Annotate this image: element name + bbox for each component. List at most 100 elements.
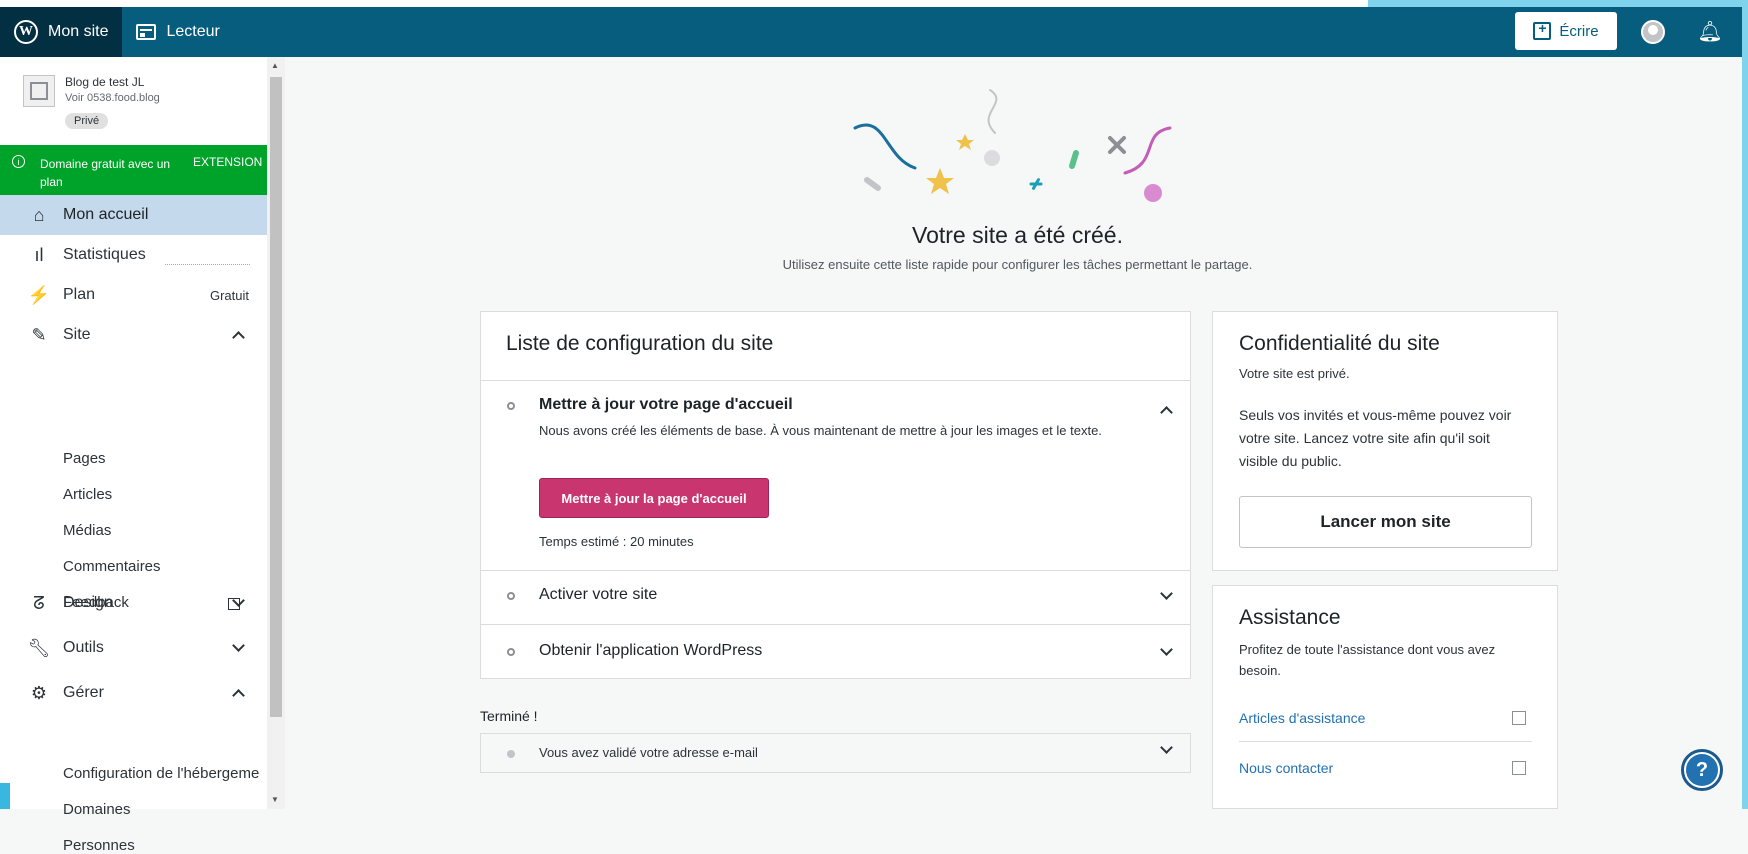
sidebar-item-label: Statistiques bbox=[63, 246, 146, 263]
sidebar: Blog de test JL Voir 0538.food.blog Priv… bbox=[0, 57, 267, 854]
chevron-down-icon[interactable] bbox=[1160, 643, 1173, 656]
sidebar-scrollbar[interactable]: ▲ ▼ bbox=[267, 57, 285, 809]
sidebar-item-hosting[interactable]: Configuration de l'hébergeme bbox=[63, 765, 259, 782]
plan-icon: ⚡ bbox=[27, 284, 51, 305]
task-status-icon bbox=[507, 648, 515, 656]
chevron-up-icon[interactable] bbox=[1160, 406, 1173, 419]
site-card[interactable]: Blog de test JL Voir 0538.food.blog Priv… bbox=[23, 75, 263, 155]
sidebar-item-plan[interactable]: ⚡ Plan Gratuit bbox=[0, 275, 267, 315]
task-title[interactable]: Mettre à jour votre page d'accueil bbox=[539, 396, 793, 414]
pencil-icon: ✎ bbox=[31, 324, 47, 345]
question-mark-icon: ? bbox=[1686, 754, 1718, 786]
stats-sparkline bbox=[165, 264, 250, 265]
my-site-button[interactable]: W Mon site bbox=[0, 7, 123, 57]
sidebar-item-people[interactable]: Personnes bbox=[63, 837, 135, 854]
stats-icon: ıl bbox=[34, 244, 44, 265]
notifications-bell-icon[interactable]: 🔔︎ bbox=[1697, 19, 1722, 43]
chevron-down-icon bbox=[232, 594, 245, 607]
privacy-title: Confidentialité du site bbox=[1239, 332, 1440, 355]
site-title: Blog de test JL bbox=[65, 75, 145, 89]
chevron-down-icon bbox=[232, 639, 245, 652]
my-site-label: Mon site bbox=[48, 23, 109, 40]
scroll-down-icon[interactable]: ▼ bbox=[271, 795, 279, 804]
divider bbox=[481, 570, 1190, 571]
promo-text: Domaine gratuit avec un plan bbox=[40, 157, 171, 189]
task-title[interactable]: Obtenir l'application WordPress bbox=[539, 642, 762, 660]
assistance-description: Profitez de toute l'assistance dont vous… bbox=[1239, 642, 1496, 678]
sidebar-item-home[interactable]: ⌂ Mon accueil bbox=[0, 195, 267, 235]
task-time-estimate: Temps estimé : 20 minutes bbox=[539, 534, 694, 549]
scrollbar-thumb[interactable] bbox=[270, 77, 282, 717]
external-link-icon bbox=[1512, 711, 1526, 725]
update-homepage-button[interactable]: Mettre à jour la page d'accueil bbox=[539, 478, 769, 518]
checklist-header: Liste de configuration du site bbox=[481, 312, 1190, 381]
sidebar-item-label: Outils bbox=[63, 639, 104, 656]
reader-button[interactable]: Lecteur bbox=[122, 7, 233, 57]
write-label: Écrire bbox=[1559, 22, 1599, 40]
write-button[interactable]: Écrire bbox=[1515, 12, 1617, 50]
site-setup-checklist: Liste de configuration du site Mettre à … bbox=[480, 311, 1191, 679]
task-title[interactable]: Activer votre site bbox=[539, 586, 657, 604]
chevron-up-icon bbox=[232, 688, 245, 702]
task-status-icon bbox=[507, 592, 515, 600]
page-subtitle: Utilisez ensuite cette liste rapide pour… bbox=[782, 257, 1253, 272]
chevron-up-icon bbox=[232, 330, 245, 344]
reader-icon bbox=[136, 24, 157, 40]
user-avatar[interactable] bbox=[1641, 20, 1665, 44]
task-status-icon bbox=[507, 402, 515, 410]
task-done-icon bbox=[507, 750, 515, 758]
masterbar: W Mon site Lecteur Écrire 🔔︎ bbox=[0, 7, 1742, 57]
assistance-card: Assistance Profitez de toute l'assistanc… bbox=[1212, 585, 1558, 809]
window-right-edge bbox=[1742, 7, 1748, 809]
task-title: Vous avez validé votre adresse e-mail bbox=[539, 745, 758, 760]
task-description: Nous avons créé les éléments de base. À … bbox=[539, 423, 1102, 438]
support-articles-link[interactable]: Articles d'assistance bbox=[1239, 710, 1365, 726]
wordpress-logo-icon: W bbox=[14, 20, 38, 44]
sidebar-item-pages[interactable]: Pages bbox=[63, 450, 106, 467]
divider bbox=[1239, 741, 1532, 742]
help-button[interactable]: ? bbox=[1681, 749, 1723, 791]
sidebar-item-stats[interactable]: ıl Statistiques bbox=[0, 235, 267, 275]
contact-us-link[interactable]: Nous contacter bbox=[1239, 760, 1333, 776]
sidebar-item-manage[interactable]: ⚙ Gérer bbox=[0, 673, 267, 713]
sidebar-item-design[interactable]: ᘔ Design bbox=[0, 583, 267, 623]
divider bbox=[481, 624, 1190, 625]
external-link-icon bbox=[1512, 761, 1526, 775]
sidebar-item-articles[interactable]: Articles bbox=[63, 486, 112, 503]
free-domain-banner[interactable]: i Domaine gratuit avec un plan EXTENSION bbox=[0, 145, 267, 195]
write-icon bbox=[1533, 20, 1552, 40]
plan-badge: Gratuit bbox=[209, 287, 249, 303]
privacy-status: Votre site est privé. bbox=[1239, 366, 1350, 381]
completed-heading: Terminé ! bbox=[480, 708, 538, 724]
sidebar-item-label: Site bbox=[63, 326, 91, 343]
sidebar-item-comments[interactable]: Commentaires bbox=[63, 558, 161, 575]
site-privacy-card: Confidentialité du site Votre site est p… bbox=[1212, 311, 1558, 571]
window-top-edge bbox=[0, 0, 1748, 7]
window-corner bbox=[0, 783, 10, 809]
chevron-down-icon[interactable] bbox=[1160, 587, 1173, 600]
checklist-title: Liste de configuration du site bbox=[506, 332, 774, 355]
sidebar-item-media[interactable]: Médias bbox=[63, 522, 111, 539]
celebration-illustration bbox=[853, 89, 1172, 202]
sidebar-item-domains[interactable]: Domaines bbox=[63, 801, 131, 818]
sidebar-item-label: Mon accueil bbox=[63, 206, 149, 223]
sidebar-item-site[interactable]: ✎ Site bbox=[0, 315, 267, 355]
home-icon: ⌂ bbox=[33, 204, 45, 225]
scroll-up-icon[interactable]: ▲ bbox=[271, 61, 279, 70]
sidebar-item-label: Design bbox=[63, 594, 113, 611]
completed-task-email[interactable]: Vous avez validé votre adresse e-mail bbox=[480, 733, 1191, 773]
assistance-title: Assistance bbox=[1239, 606, 1341, 629]
private-badge: Privé bbox=[65, 113, 109, 129]
reader-label: Lecteur bbox=[166, 23, 220, 40]
chevron-down-icon[interactable] bbox=[1160, 741, 1173, 754]
site-url-link[interactable]: Voir 0538.food.blog bbox=[65, 92, 160, 104]
promo-badge: EXTENSION bbox=[193, 155, 263, 169]
site-icon bbox=[23, 75, 55, 107]
info-icon: i bbox=[12, 155, 25, 168]
launch-site-button[interactable]: Lancer mon site bbox=[1239, 496, 1532, 548]
page-title: Votre site a été créé. bbox=[912, 222, 1123, 248]
sidebar-item-tools[interactable]: 🔧︎ Outils bbox=[0, 628, 267, 668]
design-icon: ᘔ bbox=[33, 592, 45, 613]
sidebar-item-label: Plan bbox=[63, 286, 96, 303]
wrench-icon: 🔧︎ bbox=[27, 637, 51, 658]
